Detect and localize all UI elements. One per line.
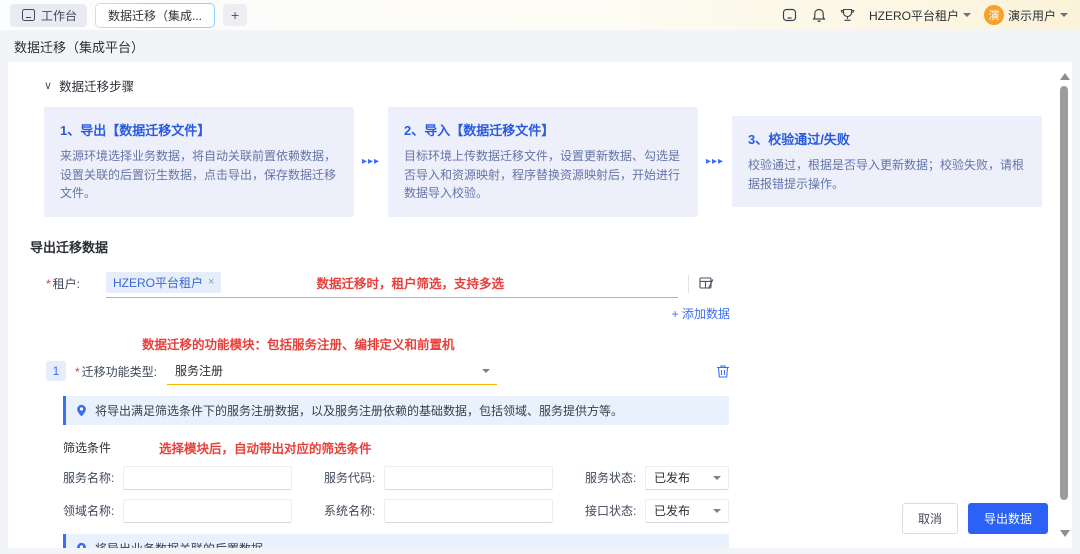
step-title: 2、导入【数据迁移文件】 [404,120,682,139]
steps-collapse-header[interactable]: ∨ 数据迁移步骤 [44,76,1042,95]
tab-data-migration[interactable]: 数据迁移（集成... [95,3,215,28]
title-bar: 数据迁移（集成平台） [0,30,1080,62]
filter-system-name: 系统名称: [324,499,553,523]
top-bar: 工作台 数据迁移（集成... + HZERO平台租户 演 演示用户 [0,0,1080,30]
required-asterisk: * [75,365,80,379]
pin-icon [76,542,87,548]
chevron-down-icon: ∨ [44,79,52,92]
tenant-lov-button[interactable] [688,275,714,293]
avatar: 演 [984,5,1004,25]
filter-service-code: 服务代码: [324,466,553,490]
migration-type-row: 1 *迁移功能类型: 服务注册 [46,358,730,385]
tenant-annotation: 数据迁移时，租户筛选，支持多选 [316,273,504,292]
service-name-input[interactable] [123,466,292,490]
tenant-switcher-label: HZERO平台租户 [869,7,959,24]
step-card-validate: 3、校验通过/失败 校验通过，根据是否导入更新数据；校验失败，请根据报错提示操作… [732,116,1042,207]
step-title: 3、校验通过/失败 [748,129,1026,148]
steps-section-label: 数据迁移步骤 [59,76,134,95]
required-asterisk: * [46,277,51,291]
bell-icon[interactable] [811,7,827,23]
steps-row: 1、导出【数据迁移文件】 来源环境选择业务数据，将自动关联前置依赖数据，设置关联… [44,107,1042,217]
chevron-down-icon [713,476,721,484]
step-title: 1、导出【数据迁移文件】 [60,120,338,139]
form-heading: 导出迁移数据 [30,237,1042,256]
close-icon[interactable]: × [208,276,214,288]
step-desc: 校验通过，根据是否导入更新数据；校验失败，请根据报错提示操作。 [748,156,1026,193]
lov-table-icon [699,277,714,290]
user-name: 演示用户 [1008,7,1056,24]
banner-text: 将导出满足筛选条件下的服务注册数据，以及服务注册依赖的基础数据，包括领域、服务提… [95,402,623,419]
add-data-label: 添加数据 [682,307,730,321]
migration-type-label: *迁移功能类型: [75,363,157,380]
tenant-field-row: *租户: HZERO平台租户 × 数据迁移时，租户筛选，支持多选 [46,270,714,298]
new-tab-button[interactable]: + [223,4,247,26]
filter-annotation: 选择模块后，自动带出对应的筛选条件 [159,438,372,457]
plus-icon: + [231,7,239,23]
filter-service-name: 服务名称: [63,466,292,490]
chevron-down-icon [482,369,490,377]
filter-title-row: 筛选条件 选择模块后，自动带出对应的筛选条件 [63,438,1042,457]
cancel-button[interactable]: 取消 [902,503,958,534]
topbar-right: HZERO平台租户 演 演示用户 [782,5,1068,25]
type-annotation: 数据迁移的功能模块：包括服务注册、编排定义和前置机 [142,334,1042,353]
filter-title: 筛选条件 [63,439,111,456]
step-desc: 目标环境上传数据迁移文件，设置更新数据、勾选是否导入和资源映射，程序替换资源映射… [404,147,682,203]
filter-service-status: 服务状态: 已发布 [585,466,729,490]
scroll-down-icon[interactable] [1060,530,1070,542]
migration-type-select[interactable]: 服务注册 [167,358,497,385]
export-data-button[interactable]: 导出数据 [968,503,1048,534]
home-icon[interactable] [782,7,798,23]
migration-type-value: 服务注册 [175,364,223,378]
tenant-tag: HZERO平台租户 × [106,272,221,293]
tenant-switcher[interactable]: HZERO平台租户 [869,7,971,24]
service-status-select[interactable]: 已发布 [645,466,729,490]
info-banner-filter: 将导出满足筛选条件下的服务注册数据，以及服务注册依赖的基础数据，包括领域、服务提… [63,396,729,425]
domain-name-input[interactable] [123,499,292,523]
footer-buttons: 取消 导出数据 [902,503,1048,534]
scrollbar-thumb[interactable] [1060,86,1068,500]
delete-row-button[interactable] [716,364,730,379]
filter-grid: 服务名称: 服务代码: 服务状态: 已发布 领域名称: 系统名称: [63,466,729,523]
filter-interface-status: 接口状态: 已发布 [585,499,729,523]
step-arrow-icon: ▸▸▸ [354,156,388,167]
banner-text: 将导出业务数据关联的后置数据。 [95,540,275,548]
user-menu[interactable]: 演 演示用户 [984,5,1068,25]
main-content: ∨ 数据迁移步骤 1、导出【数据迁移文件】 来源环境选择业务数据，将自动关联前置… [8,62,1072,548]
info-banner-post: 将导出业务数据关联的后置数据。 [63,534,729,548]
plus-icon: + [672,307,679,321]
chevron-down-icon [1060,13,1068,21]
chevron-down-icon [713,509,721,517]
step-arrow-icon: ▸▸▸ [698,156,732,167]
tab-data-migration-label: 数据迁移（集成... [108,7,202,24]
system-name-input[interactable] [384,499,553,523]
step-card-export: 1、导出【数据迁移文件】 来源环境选择业务数据，将自动关联前置依赖数据，设置关联… [44,107,354,217]
interface-status-select[interactable]: 已发布 [645,499,729,523]
scrollbar[interactable] [1058,68,1070,542]
tenant-label: *租户: [46,275,106,292]
chevron-down-icon [963,13,971,21]
row-index-badge: 1 [46,361,66,381]
tenant-multiselect[interactable]: HZERO平台租户 × 数据迁移时，租户筛选，支持多选 [106,270,678,298]
add-data-link[interactable]: + 添加数据 [46,305,730,322]
tab-workbench-label: 工作台 [41,7,77,24]
filter-domain-name: 领域名称: [63,499,292,523]
step-desc: 来源环境选择业务数据，将自动关联前置依赖数据，设置关联的后置衍生数据，点击导出，… [60,147,338,203]
workbench-icon [20,7,36,23]
tab-workbench[interactable]: 工作台 [10,4,87,27]
step-card-import: 2、导入【数据迁移文件】 目标环境上传数据迁移文件，设置更新数据、勾选是否导入和… [388,107,698,217]
scroll-up-icon[interactable] [1060,68,1070,80]
service-code-input[interactable] [384,466,553,490]
trophy-icon[interactable] [840,7,856,23]
pin-icon [76,404,87,417]
page-title: 数据迁移（集成平台） [14,37,144,56]
